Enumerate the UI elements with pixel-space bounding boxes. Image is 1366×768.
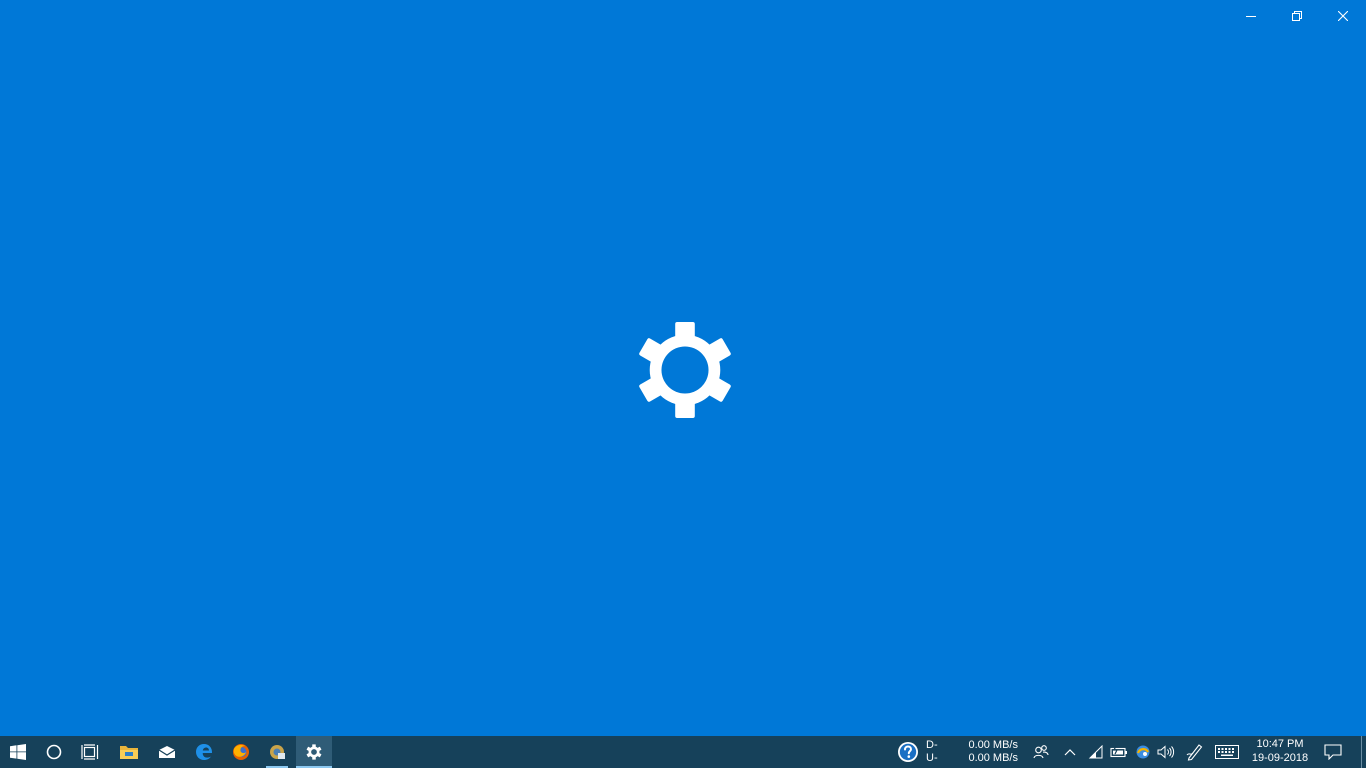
upload-speed: 0.00 MB/s [968,752,1018,764]
battery-icon [1110,746,1127,758]
upload-label: U- [926,752,938,764]
close-icon [1338,11,1348,21]
settings-window [0,0,1366,736]
touch-keyboard-button[interactable] [1212,736,1242,768]
people-button[interactable] [1028,736,1054,768]
mail-button[interactable] [148,736,186,768]
windows-ink-button[interactable] [1182,736,1208,768]
task-view-icon [81,744,99,760]
tray-app-button[interactable] [1132,736,1154,768]
network-monitor-values[interactable]: 0.00 MB/s 0.00 MB/s [950,739,1018,765]
app-icon [270,745,285,759]
show-desktop-button[interactable] [1361,736,1366,768]
gear-icon [306,744,322,760]
download-label: D- [926,739,938,751]
minimize-button[interactable] [1228,0,1274,32]
restore-button[interactable] [1274,0,1320,32]
network-button[interactable] [1084,736,1108,768]
start-button[interactable] [0,736,36,768]
folder-icon [120,746,138,759]
clock-date: 19-09-2018 [1251,752,1309,764]
file-explorer-button[interactable] [110,736,148,768]
action-center-button[interactable] [1318,736,1348,768]
chevron-up-icon [1064,749,1076,756]
edge-icon [196,744,213,760]
settings-taskbar-button[interactable] [296,736,332,768]
volume-button[interactable] [1154,736,1178,768]
action-center-icon [1324,744,1342,760]
firefox-icon [233,744,249,760]
restore-icon [1292,11,1302,21]
minimize-icon [1246,16,1256,17]
battery-button[interactable] [1108,736,1130,768]
clock[interactable]: 10:47 PM 19-09-2018 [1240,737,1320,767]
firefox-button[interactable] [222,736,260,768]
show-hidden-icons-button[interactable] [1058,736,1082,768]
question-icon [898,742,918,762]
taskbar: D- U- 0.00 MB/s 0.00 MB/s 10:47 PM 19-09… [0,736,1366,768]
windows-logo-icon [10,744,26,760]
circle-icon [46,744,62,760]
pen-icon [1186,744,1203,761]
window-controls [1228,0,1366,32]
edge-button[interactable] [186,736,222,768]
network-monitor-labels: D- U- [926,739,946,765]
keyboard-icon [1215,745,1239,759]
clock-time: 10:47 PM [1256,738,1304,750]
gear-icon [639,321,731,419]
help-tray-button[interactable] [894,736,922,768]
task-view-button[interactable] [72,736,108,768]
cortana-button[interactable] [36,736,72,768]
mail-icon [158,746,176,758]
close-button[interactable] [1320,0,1366,32]
tray-app-icon [1136,745,1150,759]
volume-icon [1157,745,1175,759]
wifi-icon [1088,745,1103,759]
running-app-button[interactable] [262,736,292,768]
people-icon [1033,745,1049,759]
download-speed: 0.00 MB/s [968,739,1018,751]
